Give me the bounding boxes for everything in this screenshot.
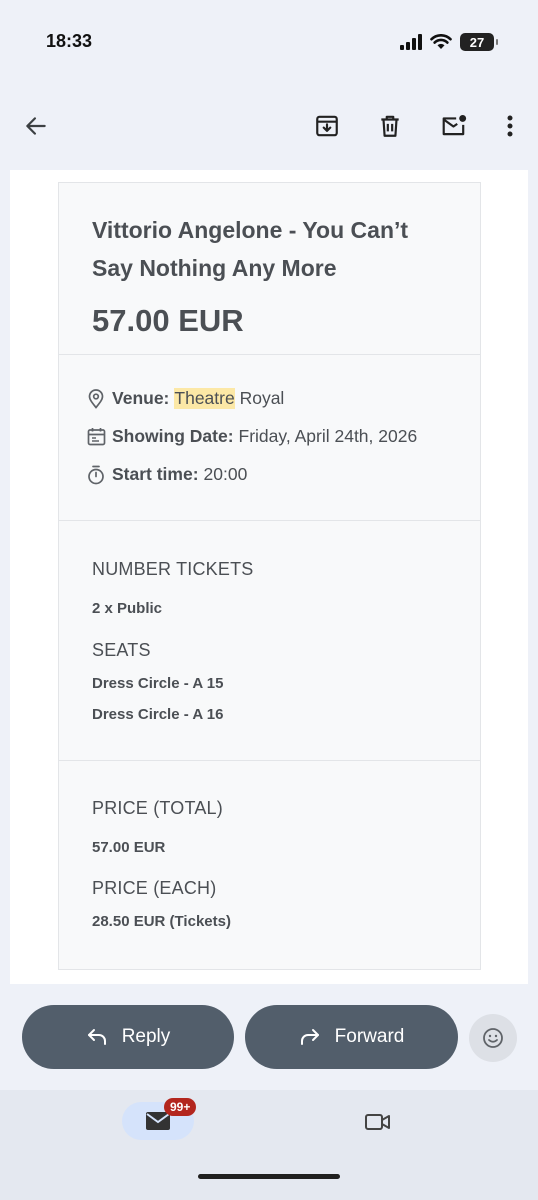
back-button[interactable]: [20, 110, 52, 142]
price-total-value: 57.00 EUR: [92, 839, 166, 856]
forward-icon: [299, 1027, 321, 1047]
price-total-label: PRICE (TOTAL): [92, 798, 223, 818]
price-section: PRICE (TOTAL) 57.00 EUR PRICE (EACH) 28.…: [59, 761, 480, 971]
reply-label: Reply: [121, 1026, 171, 1047]
number-tickets-label: NUMBER TICKETS: [92, 559, 254, 579]
home-indicator[interactable]: [198, 1174, 340, 1179]
venue-row: Venue: Theatre Royal: [86, 388, 284, 409]
location-pin-icon: [86, 388, 106, 409]
wifi-icon: [430, 34, 452, 49]
email-toolbar: [0, 96, 538, 156]
price-each-value: 28.50 EUR (Tickets): [92, 913, 231, 930]
venue-name: Royal: [239, 388, 285, 408]
reply-icon: [86, 1027, 108, 1047]
archive-button[interactable]: [311, 110, 343, 142]
calendar-icon: [86, 427, 106, 447]
more-vertical-icon: [507, 115, 513, 137]
seat-item: Dress Circle - A 15: [92, 675, 224, 692]
start-time-row: Start time: 20:00: [86, 464, 247, 485]
archive-icon: [316, 115, 338, 137]
video-camera-icon: [365, 1114, 390, 1130]
start-time-label: Start time:: [112, 464, 199, 484]
signal-icon: [400, 34, 422, 50]
forward-button[interactable]: Forward: [245, 1005, 458, 1069]
mark-unread-button[interactable]: [438, 110, 470, 142]
timer-icon: [86, 465, 106, 485]
emoji-reaction-button[interactable]: [469, 1014, 517, 1062]
delete-button[interactable]: [374, 110, 406, 142]
smiley-icon: [483, 1028, 503, 1048]
showing-date-label: Showing Date:: [112, 426, 234, 446]
ticket-card: Vittorio Angelone - You Can’t Say Nothin…: [58, 182, 481, 970]
mark-unread-icon: [442, 114, 467, 136]
seat-item: Dress Circle - A 16: [92, 706, 224, 723]
showing-date-value: Friday, April 24th, 2026: [238, 426, 418, 446]
event-details-section: Venue: Theatre Royal Showing Date: Frida…: [59, 355, 480, 521]
trash-icon: [381, 115, 399, 137]
email-body[interactable]: Vittorio Angelone - You Can’t Say Nothin…: [10, 170, 528, 984]
seats-label: SEATS: [92, 640, 151, 660]
price-each-label: PRICE (EACH): [92, 878, 217, 898]
start-time-value: 20:00: [203, 464, 248, 484]
showing-date-row: Showing Date: Friday, April 24th, 2026: [86, 426, 417, 447]
tickets-section: NUMBER TICKETS 2 x Public SEATS Dress Ci…: [59, 521, 480, 761]
number-tickets-value: 2 x Public: [92, 600, 163, 617]
venue-highlight: Theatre: [174, 388, 235, 409]
bottom-navigation: 99+: [0, 1090, 538, 1200]
nav-meet-tab[interactable]: [362, 1106, 394, 1138]
venue-label: Venue:: [112, 388, 170, 408]
status-icons: 27: [400, 33, 498, 51]
event-title: Vittorio Angelone - You Can’t Say Nothin…: [92, 217, 409, 281]
event-price: 57.00 EUR: [92, 303, 244, 338]
arrow-left-icon: [26, 117, 46, 135]
status-bar: 18:33 27: [0, 0, 538, 86]
more-options-button[interactable]: [494, 110, 526, 142]
forward-label: Forward: [334, 1026, 405, 1047]
battery-indicator: 27: [460, 33, 498, 51]
status-time: 18:33: [46, 31, 93, 51]
mail-unread-badge: 99+: [164, 1098, 197, 1116]
ticket-header-section: Vittorio Angelone - You Can’t Say Nothin…: [59, 183, 480, 355]
reply-button[interactable]: Reply: [22, 1005, 234, 1069]
